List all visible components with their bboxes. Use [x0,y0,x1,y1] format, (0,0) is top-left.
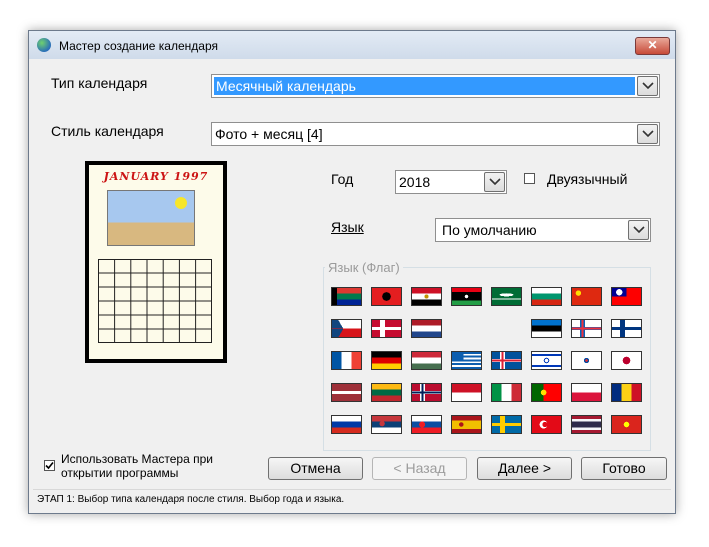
calendar-style-select[interactable]: Фото + месяц [4] [211,122,660,146]
flag-israel[interactable] [531,351,562,370]
use-wizard-checkbox[interactable] [44,460,55,471]
calendar-style-label: Стиль календаря [51,123,164,139]
flag-finland[interactable] [611,319,642,338]
checkmark-icon [45,461,54,470]
flag-taiwan[interactable] [611,287,642,306]
flag-slovakia[interactable] [411,415,442,434]
year-label: Год [331,171,354,187]
globe-icon [37,38,51,52]
preview-title: JANUARY 1997 [103,170,209,183]
year-value: 2018 [399,174,431,190]
language-value: По умолчанию [442,222,537,238]
flag-hungary[interactable] [411,351,442,370]
calendar-style-value: Фото + месяц [4] [215,126,323,142]
use-wizard-label: Использовать Мастера при открытии програ… [61,452,213,480]
flag-estonia[interactable] [531,319,562,338]
flag-france[interactable] [331,351,362,370]
flag-germany[interactable] [371,351,402,370]
preview-calendar-grid [98,259,212,343]
title-bar[interactable]: Мастер создание календаря ✕ [29,31,675,59]
language-label: Язык [331,219,364,235]
flag-lithuania[interactable] [371,383,402,402]
sun-icon [175,197,187,209]
flag-iceland[interactable] [491,351,522,370]
flag-faroe-islands[interactable] [571,319,602,338]
use-wizard-label-line1: Использовать Мастера при [61,452,213,466]
flag-romania[interactable] [611,383,642,402]
flag-saudi-arabia[interactable] [491,287,522,306]
flag-libya[interactable] [451,287,482,306]
chevron-down-icon[interactable] [628,220,649,240]
calendar-type-select[interactable]: Месячный календарь [211,74,660,98]
chevron-down-icon[interactable] [484,172,505,192]
flag-norway[interactable] [411,383,442,402]
chevron-down-icon[interactable] [637,76,658,96]
calendar-type-label: Тип календаря [51,75,148,91]
back-button[interactable]: < Назад [372,457,467,480]
calendar-preview: JANUARY 1997 [85,161,227,363]
bilingual-label: Двуязычный [547,171,628,187]
flag-thailand[interactable] [571,415,602,434]
use-wizard-label-line2: открытии программы [61,466,179,480]
window-title: Мастер создание календаря [59,39,218,53]
flag-russia[interactable] [331,415,362,434]
flag-serbia[interactable] [371,415,402,434]
flag-indonesia[interactable] [451,383,482,402]
flag-denmark[interactable] [371,319,402,338]
flag-latvia[interactable] [331,383,362,402]
flag-south-africa[interactable] [331,287,362,306]
calendar-wizard-window: Мастер создание календаря ✕ Тип календар… [28,30,676,514]
flag-spain[interactable] [451,415,482,434]
language-flag-group-label: Язык (Флаг) [325,260,403,275]
flag-netherlands[interactable] [411,319,442,338]
status-bar: ЭТАП 1: Выбор типа календаря после стиля… [33,489,671,509]
flag-greece[interactable] [451,351,482,370]
flag-poland[interactable] [571,383,602,402]
flag-japan[interactable] [611,351,642,370]
bilingual-checkbox[interactable] [524,173,535,184]
flag-egypt[interactable] [411,287,442,306]
preview-photo [107,190,195,246]
flag-south-korea[interactable] [571,351,602,370]
calendar-type-value: Месячный календарь [214,77,635,95]
finish-button[interactable]: Готово [581,457,667,480]
flag-vietnam[interactable] [611,415,642,434]
next-button[interactable]: Далее > [477,457,572,480]
flag-portugal[interactable] [531,383,562,402]
flag-sweden[interactable] [491,415,522,434]
close-button[interactable]: ✕ [635,37,670,55]
flag-china[interactable] [571,287,602,306]
language-select[interactable]: По умолчанию [435,218,651,242]
flag-czech[interactable] [331,319,362,338]
flag-turkey[interactable] [531,415,562,434]
flag-italy[interactable] [491,383,522,402]
year-select[interactable]: 2018 [395,170,507,194]
cancel-button[interactable]: Отмена [268,457,363,480]
flag-albania[interactable] [371,287,402,306]
chevron-down-icon[interactable] [637,124,658,144]
flag-bulgaria[interactable] [531,287,562,306]
